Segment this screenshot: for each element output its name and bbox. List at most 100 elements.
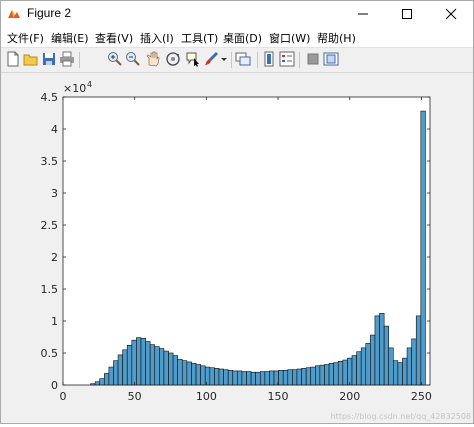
histogram-bar — [223, 369, 229, 386]
histogram-bar — [347, 357, 353, 386]
toolbar-separator — [79, 52, 80, 68]
minimize-button[interactable] — [341, 1, 385, 27]
histogram-bar — [255, 371, 261, 386]
x-tick-label: 0 — [60, 390, 67, 403]
menu-desktop[interactable]: 桌面(D) — [223, 30, 262, 46]
histogram-bar — [145, 341, 151, 386]
y-tick-label: 2 — [51, 251, 58, 264]
toolbar-separator — [257, 52, 258, 68]
histogram-bar — [264, 371, 270, 386]
histogram-bar — [374, 315, 380, 386]
y-exponent-power: 4 — [87, 80, 92, 89]
histogram-bar — [94, 381, 101, 386]
histogram-bar — [420, 110, 426, 386]
histogram-bar — [392, 360, 399, 386]
menu-tools[interactable]: 工具(T) — [181, 30, 218, 46]
histogram-bar — [149, 344, 156, 386]
histogram-bar — [360, 347, 367, 386]
y-tick-label: 4 — [51, 123, 58, 136]
brush-icon[interactable] — [203, 51, 219, 67]
y-tick-label: 4.5 — [41, 91, 59, 104]
y-exponent-label: ×10 — [63, 82, 86, 95]
histogram-bar — [351, 355, 357, 386]
x-tick-label: 100 — [196, 390, 217, 403]
print-icon[interactable] — [59, 51, 75, 67]
zoom-in-icon[interactable] — [107, 51, 123, 67]
histogram-bar — [415, 315, 422, 386]
histogram-bar — [402, 357, 408, 386]
y-tick-label: 2.5 — [41, 219, 59, 232]
menu-window[interactable]: 窗口(W) — [269, 30, 310, 46]
histogram-bar — [328, 362, 334, 386]
histogram-bar — [246, 371, 252, 386]
histogram-bar — [282, 369, 289, 386]
link-plot-icon[interactable] — [235, 51, 251, 67]
rotate-3d-icon[interactable] — [165, 51, 181, 67]
histogram-bar — [250, 371, 256, 386]
histogram-bar — [237, 370, 243, 386]
title-bar[interactable]: Figure 2 — [1, 1, 473, 27]
histogram-bar — [99, 378, 105, 386]
histogram-bar — [186, 361, 192, 386]
histogram-chart[interactable]: 0 50 100 150 200 25000.511.522.533.544.5 ×10 … — [1, 73, 473, 423]
minimize-icon — [358, 13, 368, 15]
new-figure-icon[interactable] — [5, 51, 21, 67]
close-button[interactable] — [429, 1, 473, 27]
histogram-bar — [406, 347, 412, 386]
window-title: Figure 2 — [27, 6, 72, 20]
histogram-bar — [241, 371, 247, 386]
histogram-bar — [214, 368, 220, 386]
menu-help[interactable]: 帮助(H) — [317, 30, 356, 46]
histogram-bar — [159, 348, 165, 386]
histogram-bar — [259, 371, 266, 386]
histogram-bar — [191, 362, 197, 386]
save-icon[interactable] — [41, 51, 57, 67]
histogram-bar — [204, 366, 211, 386]
toolbar-separator — [299, 52, 300, 68]
close-icon — [445, 8, 457, 20]
histogram-bar — [411, 338, 417, 386]
pan-icon[interactable] — [145, 51, 161, 67]
x-tick-label: 50 — [128, 390, 142, 403]
histogram-bar — [232, 370, 238, 386]
data-cursor-icon[interactable] — [185, 51, 201, 67]
open-file-icon[interactable] — [23, 51, 39, 67]
menu-bar: 文件(F) 编辑(E) 查看(V) 插入(I) 工具(T) 桌面(D) 窗口(W… — [1, 27, 473, 47]
histogram-bar — [126, 345, 133, 386]
histogram-bar — [383, 325, 390, 386]
histogram-bar — [356, 351, 362, 386]
menu-edit[interactable]: 编辑(E) — [51, 30, 89, 46]
histogram-bar — [117, 354, 123, 386]
y-tick-label: 3 — [51, 187, 58, 200]
show-plot-tools-icon[interactable] — [323, 51, 339, 67]
y-tick-label: 1.5 — [41, 283, 59, 296]
colorbar-icon[interactable] — [261, 51, 277, 67]
histogram-bar — [287, 369, 293, 386]
x-tick-label: 250 — [411, 390, 432, 403]
menu-view[interactable]: 查看(V) — [95, 30, 133, 46]
y-tick-label: 1 — [51, 315, 58, 328]
brush-dropdown-icon[interactable] — [220, 51, 228, 67]
figure-toolbar — [1, 47, 473, 73]
histogram-bar — [108, 366, 114, 386]
histogram-bar — [337, 361, 344, 386]
watermark: https://blog.csdn.net/qq_42832508 — [331, 412, 471, 421]
histogram-bar — [305, 367, 312, 386]
histogram-bar — [278, 369, 284, 386]
histogram-bar — [154, 346, 160, 386]
toolbar-separator — [231, 52, 232, 68]
histogram-bar — [324, 364, 330, 386]
menu-file[interactable]: 文件(F) — [7, 30, 44, 46]
histogram-bar — [140, 337, 146, 386]
x-tick-label: 150 — [268, 390, 289, 403]
menu-insert[interactable]: 插入(I) — [140, 30, 174, 46]
histogram-bar — [122, 349, 128, 386]
hide-plot-tools-icon[interactable] — [305, 51, 321, 67]
histogram-bar — [168, 352, 174, 386]
maximize-button[interactable] — [385, 1, 429, 27]
x-tick-label: 200 — [339, 390, 360, 403]
histogram-bar — [200, 365, 206, 386]
zoom-out-icon[interactable] — [125, 51, 141, 67]
histogram-bar — [113, 360, 119, 386]
legend-icon[interactable] — [279, 51, 295, 67]
